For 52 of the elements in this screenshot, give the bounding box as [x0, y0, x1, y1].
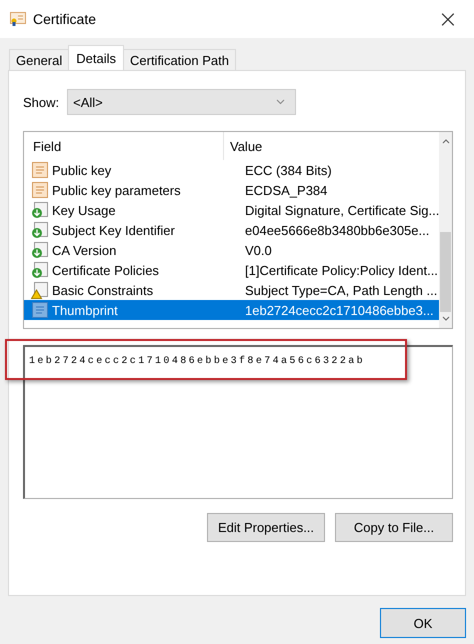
list-row[interactable]: Public key ECC (384 Bits)	[24, 160, 440, 180]
scroll-up-icon[interactable]	[442, 138, 450, 144]
close-button[interactable]: ×	[432, 7, 464, 31]
dialog-button[interactable]: Copy to File...	[335, 513, 453, 542]
field-name: Public key	[51, 162, 112, 178]
chevron-down-icon	[276, 99, 286, 105]
field-name: CA Version	[51, 242, 118, 258]
field-value: 1eb2724cecc2c1710486ebbe3...	[244, 302, 435, 318]
value-text-area[interactable]: 1eb2724cecc2c1710486ebbe3f8e74a56c6322ab	[23, 345, 453, 499]
list-row[interactable]: CA Version V0.0	[24, 240, 440, 260]
scroll-down-icon[interactable]	[442, 316, 450, 322]
field-name: Thumbprint	[51, 302, 119, 318]
field-name: Basic Constraints	[51, 282, 154, 298]
list-row[interactable]: Basic Constraints Subject Type=CA, Path Length ...	[24, 280, 440, 300]
field-name: Certificate Policies	[51, 262, 160, 278]
field-value: Digital Signature, Certificate Sig...	[244, 202, 440, 218]
dialog-button[interactable]: Edit Properties...	[207, 513, 325, 542]
field-name: Subject Key Identifier	[51, 222, 176, 238]
tab[interactable]: General	[9, 49, 70, 70]
download-document-icon	[31, 261, 49, 279]
list-row[interactable]: Key Usage Digital Signature, Certificate Sig...	[24, 200, 440, 220]
list-row[interactable]: Public key parameters ECDSA_P384	[24, 180, 440, 200]
field-value: [1]Certificate Policy:Policy Ident...	[244, 262, 439, 278]
column-header[interactable]: Field	[24, 132, 224, 160]
field-value: ECDSA_P384	[244, 182, 328, 198]
document-icon	[31, 301, 49, 319]
field-name: Key Usage	[51, 202, 117, 218]
warning-document-icon	[31, 281, 49, 299]
download-document-icon	[31, 241, 49, 259]
field-name: Public key parameters	[51, 182, 182, 198]
field-value: V0.0	[244, 242, 273, 258]
window-title: Certificate	[33, 11, 98, 27]
document-icon	[31, 181, 49, 199]
tab[interactable]: Certification Path	[123, 49, 236, 70]
download-document-icon	[31, 221, 49, 239]
list-row[interactable]: Subject Key Identifier e04ee5666e8b3480bb6e305e...	[24, 220, 440, 240]
ok-button[interactable]: OK	[380, 608, 466, 638]
list-row[interactable]: Thumbprint 1eb2724cecc2c1710486ebbe3...	[24, 300, 440, 320]
document-icon	[31, 161, 49, 179]
list-row[interactable]: Certificate Policies [1]Certificate Policy:Policy Ident...	[24, 260, 440, 280]
scrollbar-thumb[interactable]	[440, 232, 451, 312]
field-value: Subject Type=CA, Path Length ...	[244, 282, 438, 298]
column-header[interactable]: Value	[224, 132, 440, 160]
value-text: 1eb2724cecc2c1710486ebbe3f8e74a56c6322ab	[29, 356, 366, 367]
show-label: Show:	[23, 94, 60, 110]
certificate-icon	[10, 12, 26, 26]
show-dropdown[interactable]: <All>	[67, 89, 296, 115]
download-document-icon	[31, 201, 49, 219]
tab[interactable]: Details	[68, 45, 124, 70]
scrollbar[interactable]	[439, 132, 452, 328]
field-value: ECC (384 Bits)	[244, 162, 333, 178]
field-value: e04ee5666e8b3480bb6e305e...	[244, 222, 430, 238]
